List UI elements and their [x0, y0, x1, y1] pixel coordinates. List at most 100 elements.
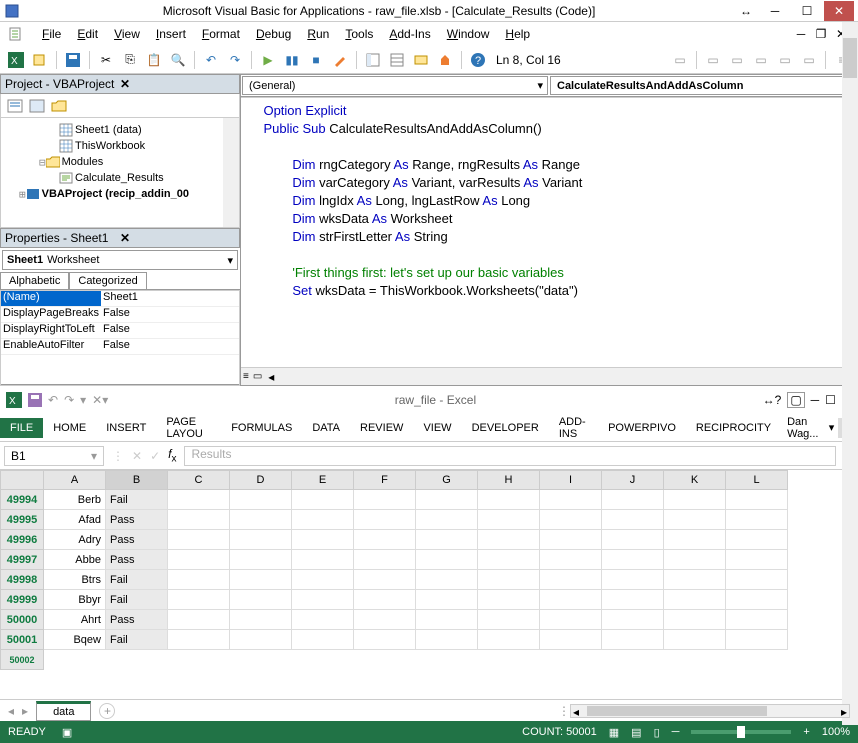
undo-button[interactable]: ↶ — [201, 50, 221, 70]
cell[interactable] — [602, 490, 664, 510]
cell[interactable] — [664, 590, 726, 610]
cell[interactable] — [168, 530, 230, 550]
cell[interactable] — [726, 490, 788, 510]
cell[interactable] — [230, 550, 292, 570]
column-header-L[interactable]: L — [726, 470, 788, 490]
menu-format[interactable]: Format — [194, 25, 248, 43]
cell[interactable] — [416, 610, 478, 630]
view-object-button[interactable] — [27, 96, 47, 116]
cell[interactable] — [354, 630, 416, 650]
cell[interactable] — [540, 550, 602, 570]
menu-debug[interactable]: Debug — [248, 25, 299, 43]
select-all-corner[interactable] — [0, 470, 44, 490]
tree-scrollbar[interactable] — [223, 118, 239, 227]
menu-file[interactable]: File — [34, 25, 69, 43]
sheet-tab-data[interactable]: data — [36, 701, 91, 721]
qat-redo-button[interactable]: ↷ — [64, 393, 74, 407]
ribbon-tab-review[interactable]: REVIEW — [350, 418, 413, 438]
cell[interactable]: Berb — [44, 490, 106, 510]
cell[interactable] — [354, 530, 416, 550]
ribbon-tab-reciprocity[interactable]: RECIPROCITY — [686, 418, 781, 438]
code-horizontal-scrollbar[interactable]: ≡ ▭ ◂ ▸ — [241, 367, 857, 385]
view-pagebreak-button[interactable]: ▯ — [654, 726, 660, 739]
cell[interactable] — [354, 590, 416, 610]
cell[interactable] — [602, 530, 664, 550]
cell[interactable] — [416, 490, 478, 510]
cell[interactable] — [230, 570, 292, 590]
row-header[interactable]: 49994 — [0, 490, 44, 510]
worksheet-grid[interactable]: ABCDEFGHIJKL 49994BerbFail49995AfadPass4… — [0, 470, 858, 699]
tree-item-thisworkbook[interactable]: ThisWorkbook — [3, 138, 237, 154]
help-button[interactable]: ? — [468, 50, 488, 70]
cell[interactable] — [168, 510, 230, 530]
enter-formula-button[interactable]: ✓ — [150, 449, 160, 463]
run-button[interactable]: ▶ — [258, 50, 278, 70]
horizontal-scrollbar[interactable]: ◂ ▸ — [570, 704, 850, 718]
column-header-A[interactable]: A — [44, 470, 106, 490]
column-header-K[interactable]: K — [664, 470, 726, 490]
zoom-slider[interactable] — [691, 730, 791, 734]
cell[interactable] — [354, 570, 416, 590]
cell[interactable] — [478, 550, 540, 570]
cell[interactable]: Bqew — [44, 630, 106, 650]
properties-object-selector[interactable]: Sheet1 Worksheet ▾ — [2, 250, 238, 270]
cell[interactable] — [664, 610, 726, 630]
zoom-out-button[interactable]: ─ — [672, 726, 680, 738]
row-header[interactable]: 49997 — [0, 550, 44, 570]
close-button[interactable]: ✕ — [824, 1, 854, 21]
toolbar-extra-6[interactable]: ▭ — [799, 50, 819, 70]
toolbar-extra-5[interactable]: ▭ — [775, 50, 795, 70]
cell[interactable] — [602, 570, 664, 590]
paste-button[interactable]: 📋 — [144, 50, 164, 70]
properties-button[interactable] — [387, 50, 407, 70]
cell[interactable] — [168, 630, 230, 650]
cell[interactable] — [416, 510, 478, 530]
cell[interactable]: Fail — [106, 630, 168, 650]
cell[interactable] — [602, 630, 664, 650]
cell[interactable] — [478, 490, 540, 510]
column-header-D[interactable]: D — [230, 470, 292, 490]
cell[interactable] — [168, 550, 230, 570]
cell[interactable] — [478, 590, 540, 610]
row-header[interactable]: 49996 — [0, 530, 44, 550]
cell[interactable] — [540, 510, 602, 530]
cell[interactable] — [168, 590, 230, 610]
tree-item-sheet1[interactable]: Sheet1 (data) — [3, 122, 237, 138]
property-row[interactable]: (Name)Sheet1 — [1, 291, 239, 307]
cell[interactable] — [292, 550, 354, 570]
save-button[interactable] — [63, 50, 83, 70]
cell[interactable] — [726, 610, 788, 630]
view-layout-button[interactable]: ▤ — [631, 726, 641, 739]
cell[interactable]: Pass — [106, 610, 168, 630]
cell[interactable] — [416, 630, 478, 650]
tab-alphabetic[interactable]: Alphabetic — [0, 272, 69, 289]
stop-button[interactable]: ■ — [306, 50, 326, 70]
cell[interactable] — [478, 630, 540, 650]
cell[interactable] — [354, 510, 416, 530]
cell[interactable] — [540, 490, 602, 510]
qat-undo-button[interactable]: ↶ — [48, 393, 58, 407]
cell[interactable] — [664, 490, 726, 510]
cell[interactable] — [664, 530, 726, 550]
cut-button[interactable]: ✂ — [96, 50, 116, 70]
toolbar-extra-4[interactable]: ▭ — [751, 50, 771, 70]
zoom-in-button[interactable]: + — [803, 726, 809, 738]
cell[interactable] — [292, 610, 354, 630]
ribbon-tab-developer[interactable]: DEVELOPER — [462, 418, 549, 438]
cell[interactable] — [292, 530, 354, 550]
ribbon-tab-pagelayou[interactable]: PAGE LAYOU — [156, 412, 221, 444]
qat-customize-button[interactable]: ▾ — [80, 393, 86, 407]
column-header-E[interactable]: E — [292, 470, 354, 490]
tree-item-calculate-results[interactable]: Calculate_Results — [3, 170, 237, 186]
ribbon-tab-home[interactable]: HOME — [43, 418, 96, 438]
row-header[interactable]: 50002 — [0, 650, 44, 670]
cell[interactable] — [664, 510, 726, 530]
properties-grid[interactable]: (Name)Sheet1DisplayPageBreaksFalseDispla… — [0, 290, 240, 386]
cell[interactable] — [292, 510, 354, 530]
find-button[interactable]: 🔍 — [168, 50, 188, 70]
object-dropdown[interactable]: (General) ▾ — [242, 76, 548, 95]
cell[interactable]: Ahrt — [44, 610, 106, 630]
cell[interactable] — [664, 570, 726, 590]
ribbon-display-button[interactable]: ▢ — [787, 392, 804, 408]
menu-help[interactable]: Help — [497, 25, 538, 43]
